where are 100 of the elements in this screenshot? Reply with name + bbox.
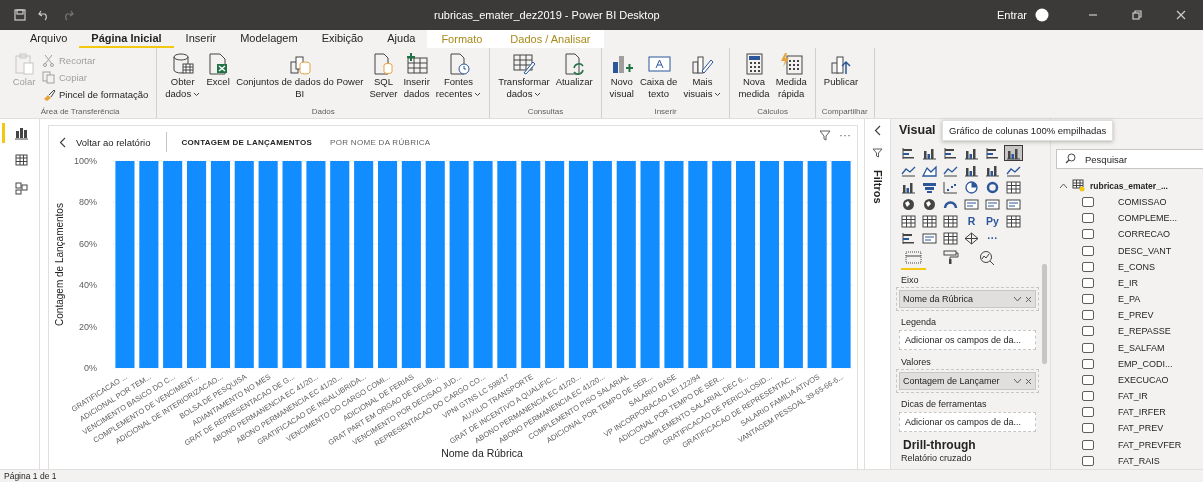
close-icon[interactable] (1175, 9, 1187, 21)
ribbon-button[interactable]: Pincel de formatação (40, 87, 151, 102)
remove-icon[interactable] (1025, 377, 1032, 385)
ribbon-button[interactable]: Nova medida (736, 52, 772, 100)
ribbon-button[interactable]: Conjuntos de dados do Power BI (234, 52, 366, 100)
visual-type-button[interactable]: ··· (983, 230, 1002, 246)
sign-in-link[interactable]: Entrar (997, 9, 1027, 21)
table-name[interactable]: rubricas_emater_... (1090, 180, 1168, 191)
checkbox[interactable] (1082, 310, 1094, 321)
bar[interactable] (759, 161, 779, 368)
field-name[interactable]: E_REPASSE (1118, 326, 1171, 337)
bar[interactable] (545, 161, 565, 368)
filters-pane-title[interactable]: Filtros (871, 170, 884, 204)
visual-type-button[interactable] (1004, 145, 1023, 161)
bar[interactable] (592, 161, 612, 368)
checkbox[interactable] (1082, 455, 1094, 466)
checkbox[interactable] (1082, 439, 1094, 450)
ribbon-button[interactable]: Caixa de texto (637, 52, 680, 100)
ribbon-tab[interactable]: Dados / Analisar (496, 30, 605, 48)
checkbox[interactable] (1082, 197, 1094, 208)
bar[interactable] (354, 161, 374, 368)
checkbox[interactable] (1082, 423, 1094, 434)
more-options[interactable]: ··· (839, 128, 851, 142)
field-name[interactable]: FAT_PREV (1118, 423, 1164, 434)
checkbox[interactable] (1082, 391, 1094, 402)
ribbon-button[interactable]: Inserir dados (401, 52, 432, 100)
field-name[interactable]: E_PREV (1118, 310, 1154, 321)
field-pill[interactable]: Nome da Rúbrica (899, 290, 1036, 308)
ribbon-button[interactable]: Fontes recentes (433, 52, 484, 100)
ribbon-button[interactable]: SQL Server (367, 52, 400, 100)
restore-icon[interactable] (1131, 9, 1143, 21)
visual-type-button[interactable] (941, 179, 960, 195)
filter-icon[interactable] (819, 129, 831, 141)
visual-type-button[interactable] (1004, 179, 1023, 195)
field-name[interactable]: E_SALFAM (1118, 342, 1165, 353)
visual-type-button[interactable] (941, 213, 960, 229)
field-name[interactable]: E_IR (1118, 277, 1138, 288)
drop-zone[interactable]: Adicionar os campos de da... (899, 412, 1036, 432)
checkbox[interactable] (1082, 407, 1094, 418)
ribbon-button[interactable]: Excel (204, 52, 233, 88)
search-field[interactable]: Pesquisar (1056, 149, 1203, 169)
checkbox[interactable] (1082, 326, 1094, 337)
avatar-icon[interactable] (1035, 8, 1049, 22)
field-name[interactable]: FAT_IR (1118, 391, 1148, 402)
ribbon-button[interactable]: Publicar (821, 52, 861, 88)
checkbox[interactable] (1082, 342, 1094, 353)
redo-icon[interactable] (62, 9, 74, 21)
ribbon-tab[interactable]: Exibição (309, 30, 376, 48)
bar[interactable] (378, 161, 398, 368)
chevron-up-icon[interactable] (1059, 182, 1068, 189)
field-pill[interactable]: Contagem de Lançamer (899, 372, 1036, 390)
chevron-down-icon[interactable] (1013, 378, 1022, 384)
undo-icon[interactable] (38, 9, 50, 21)
scrollbar[interactable] (1042, 264, 1047, 364)
checkbox[interactable] (1082, 245, 1094, 256)
checkbox[interactable] (1082, 358, 1094, 369)
visual-type-button[interactable] (920, 213, 939, 229)
checkbox[interactable] (1082, 277, 1094, 288)
ribbon-tab[interactable]: Arquivo (18, 30, 80, 48)
field-name[interactable]: EMP_CODI... (1118, 358, 1173, 369)
chevron-left-icon[interactable] (874, 125, 881, 136)
visual-type-button[interactable] (899, 213, 918, 229)
field-name[interactable]: FAT_IRFER (1118, 407, 1166, 418)
save-icon[interactable] (14, 9, 26, 21)
checkbox[interactable] (1082, 213, 1094, 224)
ribbon-button[interactable]: Atualizar (553, 52, 595, 88)
field-name[interactable]: COMPLEME... (1118, 213, 1177, 224)
bar[interactable] (783, 161, 803, 368)
field-name[interactable]: E_CONS (1118, 261, 1155, 272)
drop-zone[interactable]: Adicionar os campos de da... (899, 330, 1036, 350)
visual-type-button[interactable]: Py (983, 213, 1002, 229)
ribbon-tab[interactable]: Modelagem (228, 30, 310, 48)
bar[interactable] (568, 161, 588, 368)
field-name[interactable]: EXECUCAO (1118, 374, 1169, 385)
field-name[interactable]: E_PA (1118, 294, 1141, 305)
field-name[interactable]: FAT_RAIS (1118, 455, 1160, 466)
visual-type-button[interactable]: R (962, 213, 981, 229)
bar[interactable] (210, 161, 230, 368)
checkbox[interactable] (1082, 374, 1094, 385)
field-name[interactable]: COMISSAO (1118, 197, 1167, 208)
field-name[interactable]: DESC_VANT (1118, 245, 1172, 256)
ribbon-tab[interactable]: Inserir (173, 30, 229, 48)
ribbon-button[interactable]: Medida rápida (773, 52, 809, 100)
ribbon-tab[interactable]: Ajuda (375, 30, 428, 48)
bar[interactable] (736, 161, 756, 368)
visual-type-button[interactable] (962, 230, 981, 246)
checkbox[interactable] (1082, 294, 1094, 305)
bar[interactable] (163, 161, 183, 368)
field-name[interactable]: CORRECAO (1118, 229, 1170, 240)
visual-type-button[interactable] (1004, 213, 1023, 229)
bar[interactable] (401, 161, 421, 368)
ribbon-button[interactable]: Novo visual (607, 52, 636, 100)
field-name[interactable]: FAT_PREVFER (1118, 439, 1182, 450)
visual-type-button[interactable] (962, 179, 981, 195)
remove-icon[interactable] (1025, 295, 1032, 303)
bar[interactable] (187, 161, 207, 368)
ribbon-button[interactable]: Obter dados (163, 52, 203, 100)
visual-type-button[interactable] (941, 230, 960, 246)
checkbox[interactable] (1082, 229, 1094, 240)
back-link[interactable]: Voltar ao relatório (59, 132, 168, 152)
